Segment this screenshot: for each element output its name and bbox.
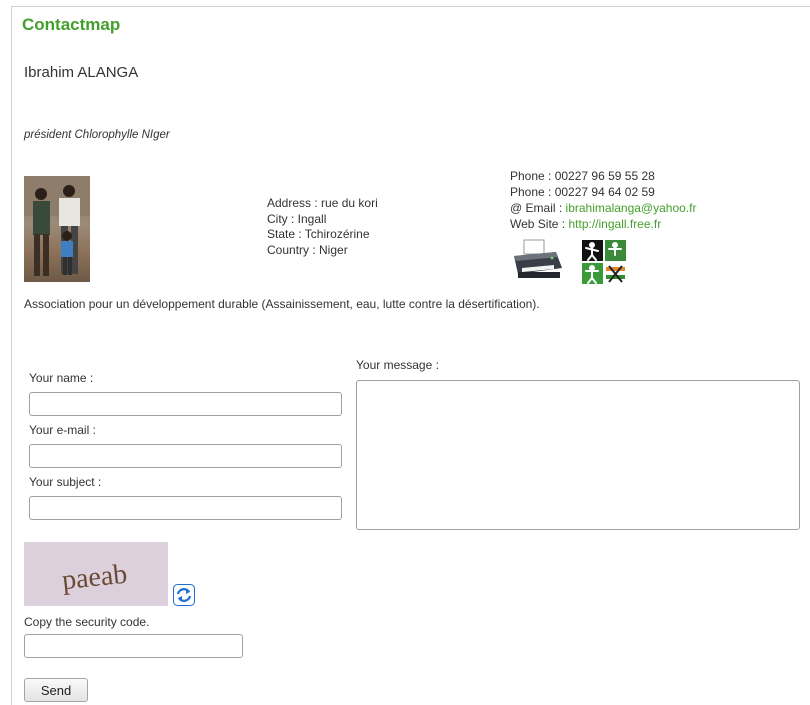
social-network-icon[interactable] [582, 240, 628, 284]
send-button[interactable]: Send [24, 678, 88, 702]
contact-role: président Chlorophylle NIger [24, 129, 170, 141]
security-code-input[interactable] [24, 634, 243, 658]
contact-photo [24, 176, 90, 282]
name-input[interactable] [29, 392, 342, 416]
name-label: Your name : [29, 371, 94, 385]
phone-2: Phone : 00227 94 64 02 59 [510, 185, 655, 199]
state-line: State : Tchirozérine [267, 227, 370, 241]
association-description: Association pour un développement durabl… [24, 297, 540, 311]
website-link[interactable]: http://ingall.free.fr [568, 217, 661, 231]
printer-icon[interactable] [508, 238, 566, 282]
email-field-label: Your e-mail : [29, 423, 96, 437]
email-link[interactable]: ibrahimalanga@yahoo.fr [566, 201, 697, 215]
refresh-icon[interactable] [173, 584, 195, 606]
security-code-label: Copy the security code. [24, 615, 150, 629]
website-label: Web Site : [510, 217, 566, 231]
message-textarea[interactable] [356, 380, 800, 530]
phone-1: Phone : 00227 96 59 55 28 [510, 169, 655, 183]
page-title: Contactmap [22, 15, 121, 34]
city-line: City : Ingall [267, 211, 327, 226]
captcha-text: paeab [61, 559, 129, 597]
message-label: Your message : [356, 358, 439, 372]
website-line: Web Site : http://ingall.free.fr [510, 216, 696, 232]
address-value: rue du kori [321, 196, 378, 210]
subject-label: Your subject : [29, 475, 102, 489]
contact-block: Phone : 00227 96 59 55 28 Phone : 00227 … [510, 168, 696, 232]
address-block: Address : rue du kori City : Ingall Stat… [267, 196, 378, 258]
address-label: Address : [267, 196, 318, 210]
email-line: @ Email : ibrahimalanga@yahoo.fr [510, 200, 696, 216]
address-line: Address : rue du kori [267, 196, 378, 212]
captcha-image: paeab [24, 542, 168, 606]
contact-name: Ibrahim ALANGA [24, 64, 139, 81]
email-input[interactable] [29, 444, 342, 468]
country-line: Country : Niger [267, 242, 348, 257]
subject-input[interactable] [29, 496, 342, 520]
email-label: @ Email : [510, 201, 563, 215]
